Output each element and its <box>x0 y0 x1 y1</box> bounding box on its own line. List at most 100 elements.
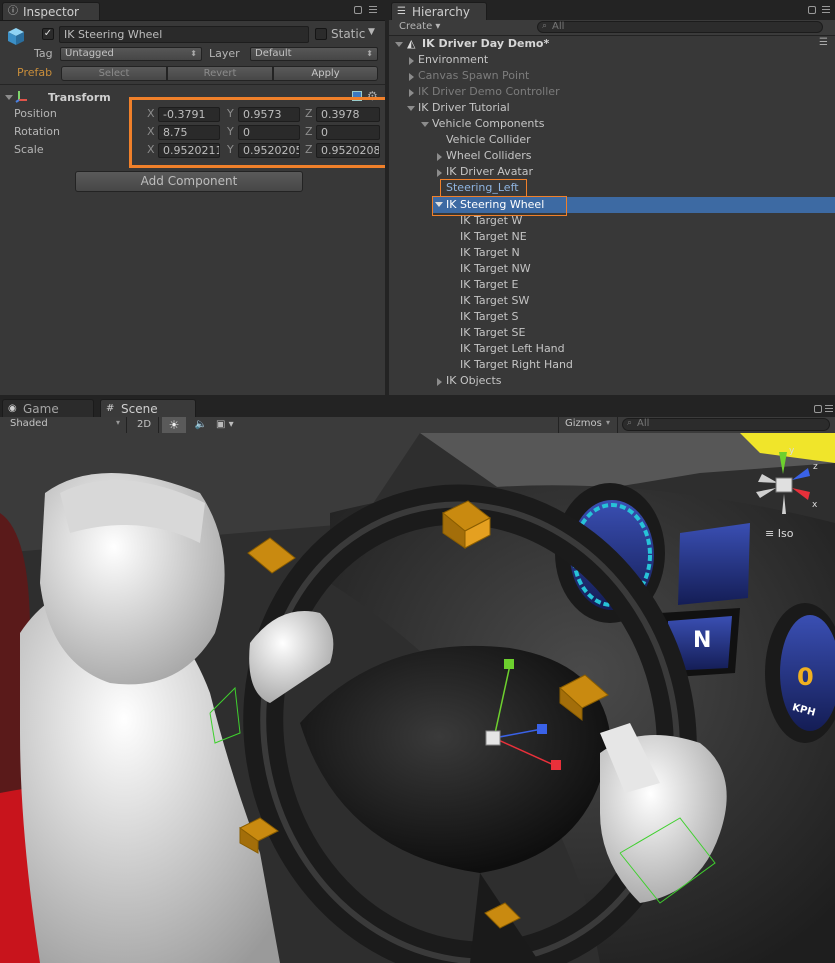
tab-game-label: Game <box>23 402 59 416</box>
lock-icon[interactable] <box>354 6 362 14</box>
tab-scene[interactable]: # Scene <box>100 399 196 417</box>
tag-label: Tag <box>34 47 53 60</box>
object-name-field[interactable]: IK Steering Wheel <box>59 26 309 43</box>
hierarchy-item[interactable]: Environment <box>418 53 488 67</box>
scale-label: Scale <box>14 143 44 156</box>
hierarchy-item[interactable]: IK Target SE <box>460 326 525 340</box>
transform-foldout-icon[interactable] <box>5 95 13 100</box>
create-label: Create <box>399 21 433 32</box>
orientation-gizmo[interactable]: y z x <box>752 446 822 520</box>
toggle-2d-button[interactable]: 2D <box>130 417 159 433</box>
axis-y-gizmo-label: y <box>789 446 795 456</box>
hierarchy-item[interactable]: Canvas Spawn Point <box>418 69 529 83</box>
transform-highlight-box <box>129 97 388 168</box>
scene-toolbar: Shaded ▾ 2D ☀ 🔈 ▣ ▾ Gizmos ▾ ⌕ All <box>0 417 835 434</box>
gizmos-dropdown[interactable]: Gizmos ▾ <box>558 417 618 433</box>
shading-mode-dropdown[interactable]: Shaded ▾ <box>0 417 127 433</box>
scene-viewport[interactable]: N 0 KPH y z x ≡ Iso <box>0 433 835 963</box>
scene-menu-icon[interactable]: ☰ <box>819 37 828 48</box>
dropdown-arrow-icon: ▾ <box>116 418 121 427</box>
create-dropdown[interactable]: Create ▾ <box>399 21 440 32</box>
foldout-icon[interactable] <box>437 378 442 386</box>
hierarchy-search-input[interactable]: ⌕ All <box>537 21 823 33</box>
shading-mode-label: Shaded <box>10 418 48 429</box>
effects-dropdown[interactable]: ▣ ▾ <box>216 417 252 433</box>
hierarchy-item[interactable]: IK Target E <box>460 278 518 292</box>
dropdown-arrow-icon: ▾ <box>228 419 234 430</box>
prefab-revert-button[interactable]: Revert <box>167 66 273 81</box>
gizmos-label: Gizmos <box>565 418 602 429</box>
panel-menu-icon[interactable] <box>825 405 833 413</box>
hierarchy-item[interactable]: IK Target SW <box>460 294 529 308</box>
tab-hierarchy-label: Hierarchy <box>412 5 471 19</box>
hierarchy-item[interactable]: IK Driver Tutorial <box>418 101 510 115</box>
steering-left-highlight-box <box>440 179 527 197</box>
tab-inspector-label: Inspector <box>23 5 79 19</box>
scene-lighting-icon[interactable]: ☀ <box>162 417 186 433</box>
speed-readout: 0 <box>797 663 814 691</box>
static-label: Static <box>331 27 366 41</box>
foldout-icon[interactable] <box>409 89 414 97</box>
foldout-icon[interactable] <box>409 57 414 65</box>
search-icon: ⌕ <box>542 21 548 31</box>
dropdown-arrow-icon: ⬍ <box>366 49 373 58</box>
search-placeholder: All <box>637 418 650 429</box>
hierarchy-item[interactable]: Vehicle Collider <box>446 133 531 147</box>
scene-search-input[interactable]: ⌕ All <box>622 418 830 431</box>
panel-menu-icon[interactable] <box>369 6 377 14</box>
panel-menu-icon[interactable] <box>822 6 830 14</box>
layer-dropdown[interactable]: Default ⬍ <box>250 47 378 61</box>
grid-icon: # <box>106 403 115 414</box>
gameobject-cube-icon <box>6 26 26 46</box>
projection-toggle[interactable]: ≡ Iso <box>765 527 793 540</box>
hierarchy-item[interactable]: IK Driver Avatar <box>446 165 533 179</box>
scene-render <box>0 433 835 963</box>
lock-icon[interactable] <box>814 405 822 413</box>
tab-hierarchy[interactable]: ☰ Hierarchy <box>391 2 487 20</box>
static-checkbox[interactable] <box>315 28 327 40</box>
transform-axis-icon <box>15 89 29 103</box>
gear-indicator: N <box>693 628 712 653</box>
foldout-icon[interactable] <box>421 122 429 127</box>
hierarchy-item[interactable]: Vehicle Components <box>432 117 544 131</box>
hierarchy-item[interactable]: IK Target NE <box>460 230 527 244</box>
audio-icon[interactable]: 🔈 <box>190 417 212 433</box>
tab-scene-label: Scene <box>121 402 158 416</box>
inspector-tabbar: ⓘ Inspector <box>0 0 385 21</box>
hierarchy-item[interactable]: IK Target Left Hand <box>460 342 565 356</box>
hierarchy-item[interactable]: IK Target Right Hand <box>460 358 573 372</box>
tab-inspector[interactable]: ⓘ Inspector <box>2 2 100 20</box>
hierarchy-item[interactable]: IK Target NW <box>460 262 531 276</box>
lock-icon[interactable] <box>808 6 816 14</box>
foldout-icon[interactable] <box>437 169 442 177</box>
active-checkbox[interactable]: ✓ <box>42 28 54 40</box>
prefab-label: Prefab <box>17 66 53 79</box>
hierarchy-panel: ☰ Hierarchy Create ▾ ⌕ All ◭ IK Driver D… <box>389 0 835 395</box>
scene-root[interactable]: IK Driver Day Demo* <box>422 37 549 51</box>
tab-game[interactable]: ◉ Game <box>2 399 94 417</box>
layer-value: Default <box>255 48 292 59</box>
hierarchy-item[interactable]: IK Target S <box>460 310 518 324</box>
hierarchy-item[interactable]: Wheel Colliders <box>446 149 532 163</box>
hierarchy-item[interactable]: IK Target N <box>460 246 520 260</box>
foldout-icon[interactable] <box>437 153 442 161</box>
info-icon: ⓘ <box>8 6 18 17</box>
add-component-button[interactable]: Add Component <box>75 171 303 192</box>
prefab-select-button[interactable]: Select <box>61 66 167 81</box>
hierarchy-tabbar: ☰ Hierarchy <box>389 0 835 21</box>
hierarchy-item[interactable]: IK Driver Demo Controller <box>418 85 560 99</box>
foldout-icon[interactable] <box>407 106 415 111</box>
foldout-icon[interactable] <box>409 73 414 81</box>
list-icon: ☰ <box>397 6 406 17</box>
dropdown-arrow-icon: ⬍ <box>190 49 197 58</box>
transform-title: Transform <box>48 91 111 104</box>
scene-foldout-icon[interactable] <box>395 42 403 47</box>
tag-value: Untagged <box>65 48 114 59</box>
menu-lines-icon: ≡ <box>765 527 775 540</box>
hierarchy-item[interactable]: IK Objects <box>446 374 502 388</box>
tag-dropdown[interactable]: Untagged ⬍ <box>60 47 202 61</box>
static-dropdown-arrow[interactable]: ▼ <box>368 27 375 37</box>
hierarchy-item[interactable]: IK Target W <box>460 214 522 228</box>
prefab-apply-button[interactable]: Apply <box>273 66 378 81</box>
dropdown-arrow-icon: ▾ <box>606 418 611 427</box>
